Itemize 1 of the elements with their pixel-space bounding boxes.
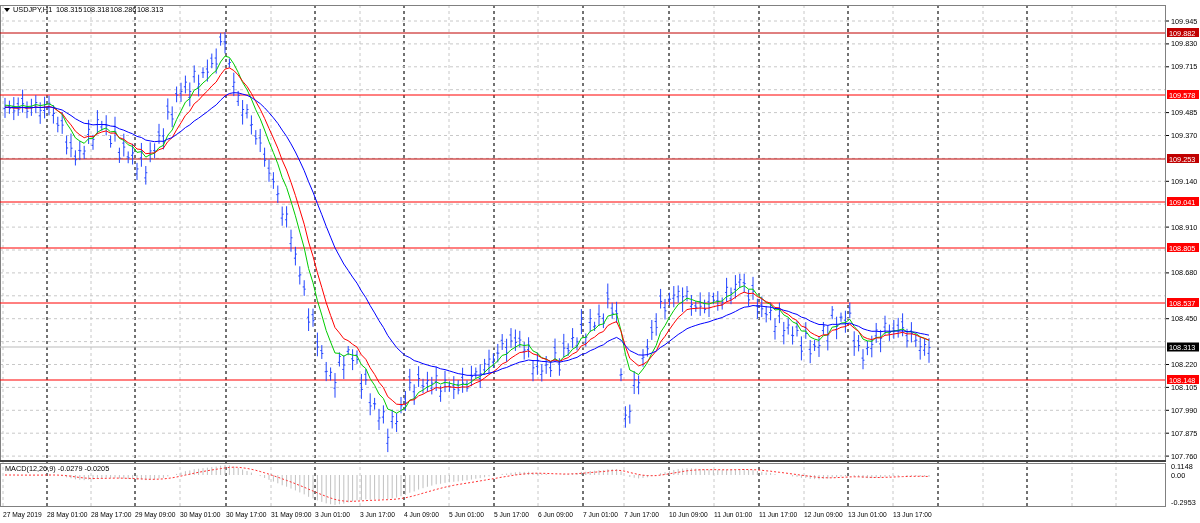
- collapse-icon[interactable]: [4, 8, 10, 12]
